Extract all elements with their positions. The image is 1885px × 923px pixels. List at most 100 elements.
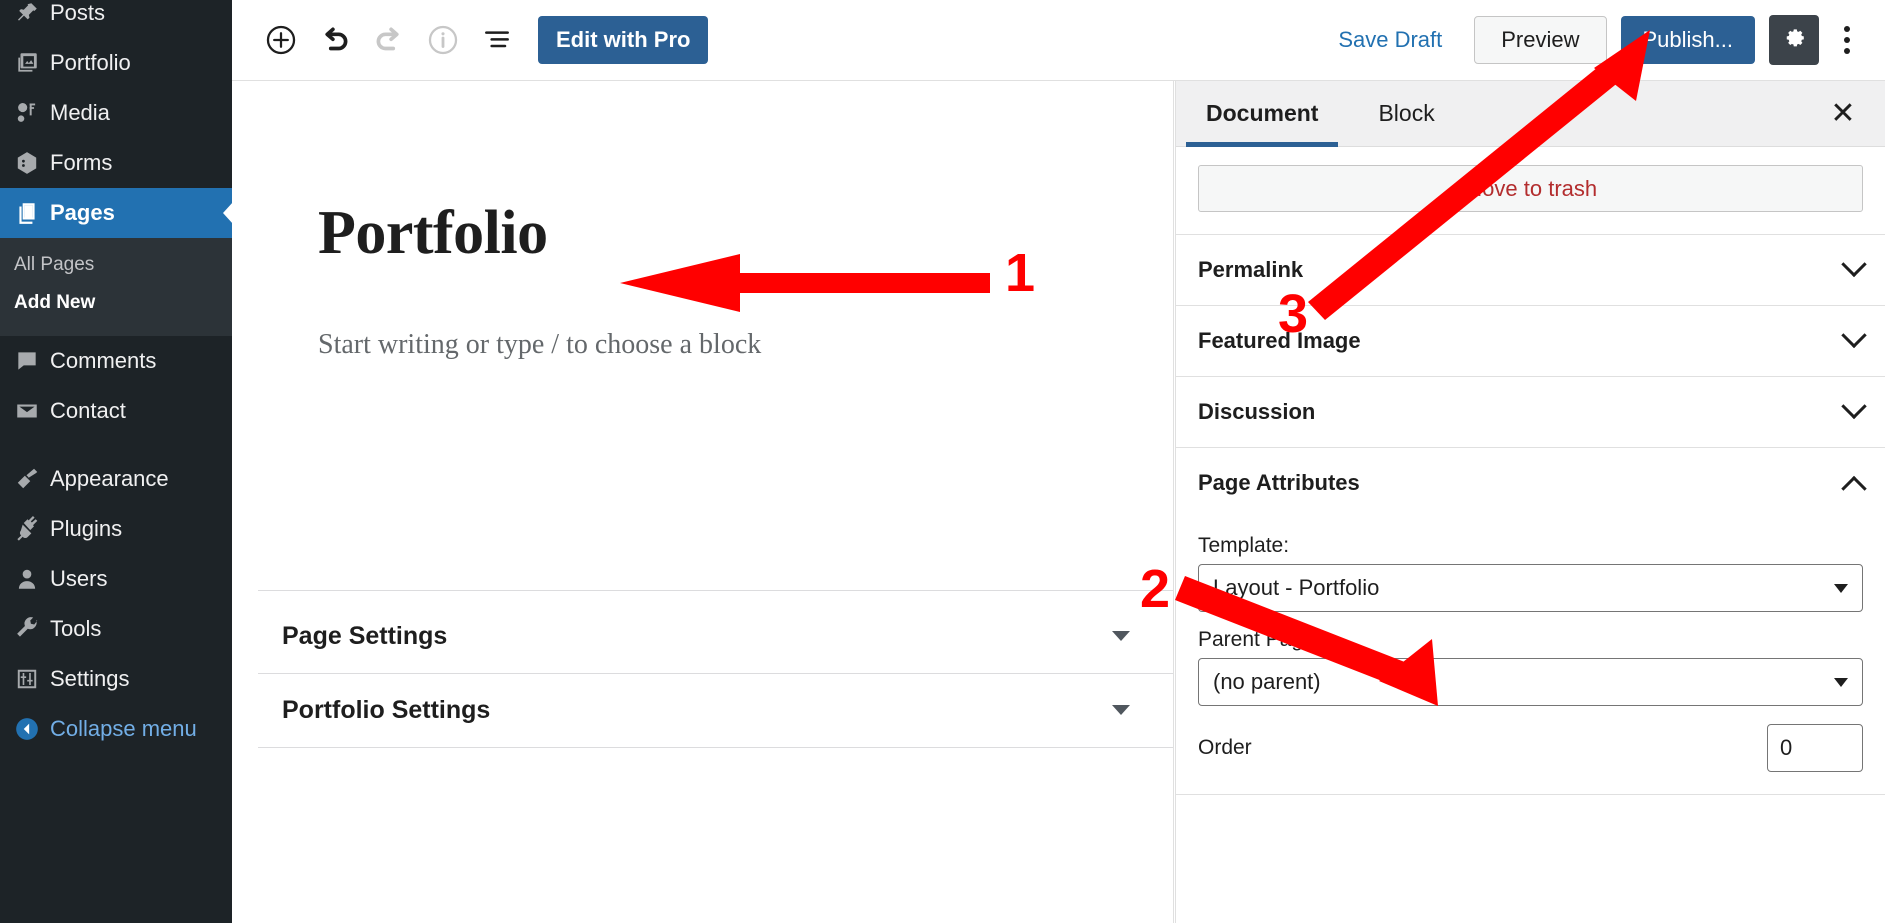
block-placeholder-text[interactable]: Start writing or type / to choose a bloc…	[318, 329, 761, 361]
pin-icon	[14, 0, 50, 28]
sidebar-item-label: Contact	[50, 398, 126, 423]
sidebar-divider	[0, 436, 232, 454]
chevron-down-icon	[1841, 251, 1867, 278]
page-title-input[interactable]: Portfolio	[318, 198, 548, 269]
sidebar-item-portfolio[interactable]: Portfolio	[0, 38, 232, 88]
tab-label: Document	[1206, 100, 1319, 126]
kebab-dot-icon	[1844, 48, 1850, 54]
sidebar-item-label: Media	[50, 100, 110, 125]
save-draft-link[interactable]: Save Draft	[1338, 27, 1442, 53]
panel-section-header[interactable]: Permalink	[1176, 235, 1885, 305]
redo-button[interactable]	[362, 13, 416, 67]
submenu-item-add-new[interactable]: Add New	[0, 284, 232, 322]
document-settings-panel: Document Block ✕ Move to trash Permalink…	[1175, 81, 1885, 923]
sidebar-item-label: Posts	[50, 0, 106, 25]
sidebar-item-contact[interactable]: Contact	[0, 386, 232, 436]
sidebar-item-appearance[interactable]: Appearance	[0, 454, 232, 504]
tab-document[interactable]: Document	[1176, 81, 1348, 147]
sidebar-item-posts[interactable]: Posts	[0, 0, 232, 38]
panel-tabs: Document Block ✕	[1176, 81, 1885, 147]
sidebar-item-label: Tools	[50, 616, 102, 641]
pages-icon	[14, 198, 50, 228]
template-select-value: Layout - Portfolio	[1213, 575, 1380, 600]
close-panel-button[interactable]: ✕	[1823, 94, 1863, 134]
gear-icon	[1780, 24, 1808, 57]
tab-block[interactable]: Block	[1348, 81, 1464, 147]
comment-icon	[14, 346, 50, 376]
chevron-down-icon	[1112, 705, 1130, 715]
images-icon	[14, 48, 50, 78]
sidebar-item-settings[interactable]: Settings	[0, 654, 232, 704]
chevron-up-icon	[1841, 475, 1867, 502]
order-input[interactable]	[1767, 724, 1863, 772]
chevron-down-icon	[1112, 631, 1130, 641]
edit-with-pro-button[interactable]: Edit with Pro	[538, 16, 709, 64]
sidebar-item-media[interactable]: Media	[0, 88, 232, 138]
panel-section-discussion: Discussion	[1176, 377, 1885, 448]
user-icon	[14, 564, 50, 594]
sidebar-item-tools[interactable]: Tools	[0, 604, 232, 654]
editor-toolbar: Edit with Pro Save Draft Preview Publish…	[232, 0, 1885, 81]
tab-label: Block	[1378, 100, 1435, 126]
plug-icon	[14, 514, 50, 544]
metabox-page-settings[interactable]: Page Settings	[282, 599, 1150, 673]
sidebar-item-comments[interactable]: Comments	[0, 336, 232, 386]
toolbar-left-group: Edit with Pro	[232, 13, 709, 67]
metabox-portfolio-settings[interactable]: Portfolio Settings	[282, 673, 1150, 747]
submenu-label: All Pages	[14, 254, 95, 275]
sidebar-item-users[interactable]: Users	[0, 554, 232, 604]
panel-section-page-attributes: Page Attributes Template: Layout - Portf…	[1176, 448, 1885, 795]
sidebar-item-plugins[interactable]: Plugins	[0, 504, 232, 554]
parent-page-label: Parent Page:	[1198, 628, 1321, 651]
sidebar-item-label: Comments	[50, 348, 157, 373]
template-label: Template:	[1198, 534, 1290, 557]
admin-sidebar: Posts Portfolio Media Forms Pages All Pa…	[0, 0, 232, 923]
parent-page-select[interactable]: (no parent)	[1198, 658, 1863, 706]
template-select[interactable]: Layout - Portfolio	[1198, 564, 1863, 612]
page-attributes-body: Template: Layout - Portfolio Parent Page…	[1176, 518, 1885, 794]
submenu-item-all-pages[interactable]: All Pages	[0, 246, 232, 284]
list-view-button[interactable]	[470, 13, 524, 67]
close-icon: ✕	[1830, 97, 1856, 130]
chevron-down-icon	[1841, 322, 1867, 349]
panel-section-label: Discussion	[1198, 399, 1316, 424]
sliders-icon	[14, 664, 50, 694]
sidebar-item-pages[interactable]: Pages	[0, 188, 232, 238]
toolbar-right-group: Save Draft Preview Publish...	[1338, 15, 1885, 65]
preview-button[interactable]: Preview	[1474, 16, 1607, 64]
settings-gear-button[interactable]	[1769, 15, 1819, 65]
sidebar-item-label: Portfolio	[50, 50, 131, 75]
panel-section-header[interactable]: Discussion	[1176, 377, 1885, 447]
publish-button[interactable]: Publish...	[1620, 16, 1755, 64]
panel-section-label: Permalink	[1198, 257, 1304, 282]
move-to-trash-button[interactable]: Move to trash	[1198, 165, 1863, 212]
panel-section-permalink: Permalink	[1176, 235, 1885, 306]
undo-button[interactable]	[308, 13, 362, 67]
parent-page-select-value: (no parent)	[1213, 669, 1321, 694]
order-label: Order	[1198, 736, 1252, 759]
more-options-button[interactable]	[1825, 15, 1869, 65]
sidebar-item-label: Settings	[50, 666, 130, 691]
sidebar-collapse-menu[interactable]: Collapse menu	[0, 704, 232, 754]
details-info-button[interactable]	[416, 13, 470, 67]
sidebar-item-label: Pages	[50, 200, 115, 225]
panel-section-label: Page Attributes	[1198, 470, 1360, 495]
submenu-label: Add New	[14, 292, 96, 313]
panel-section-header[interactable]: Featured Image	[1176, 306, 1885, 376]
canvas-divider	[258, 747, 1173, 748]
panel-section-label: Featured Image	[1198, 328, 1361, 353]
paintbrush-icon	[14, 464, 50, 494]
add-block-button[interactable]	[254, 13, 308, 67]
forms-icon	[14, 148, 50, 178]
sidebar-item-label: Plugins	[50, 516, 123, 541]
sidebar-item-label: Forms	[50, 150, 113, 175]
panel-section-header[interactable]: Page Attributes	[1176, 448, 1885, 518]
metabox-label: Page Settings	[282, 621, 448, 650]
sidebar-item-forms[interactable]: Forms	[0, 138, 232, 188]
collapse-arrow-icon	[14, 714, 50, 744]
order-row: Order	[1198, 724, 1863, 772]
wordpress-block-editor-screen: Posts Portfolio Media Forms Pages All Pa…	[0, 0, 1885, 923]
sidebar-item-label: Appearance	[50, 466, 169, 491]
chevron-down-icon	[1841, 393, 1867, 420]
panel-section-featured-image: Featured Image	[1176, 306, 1885, 377]
